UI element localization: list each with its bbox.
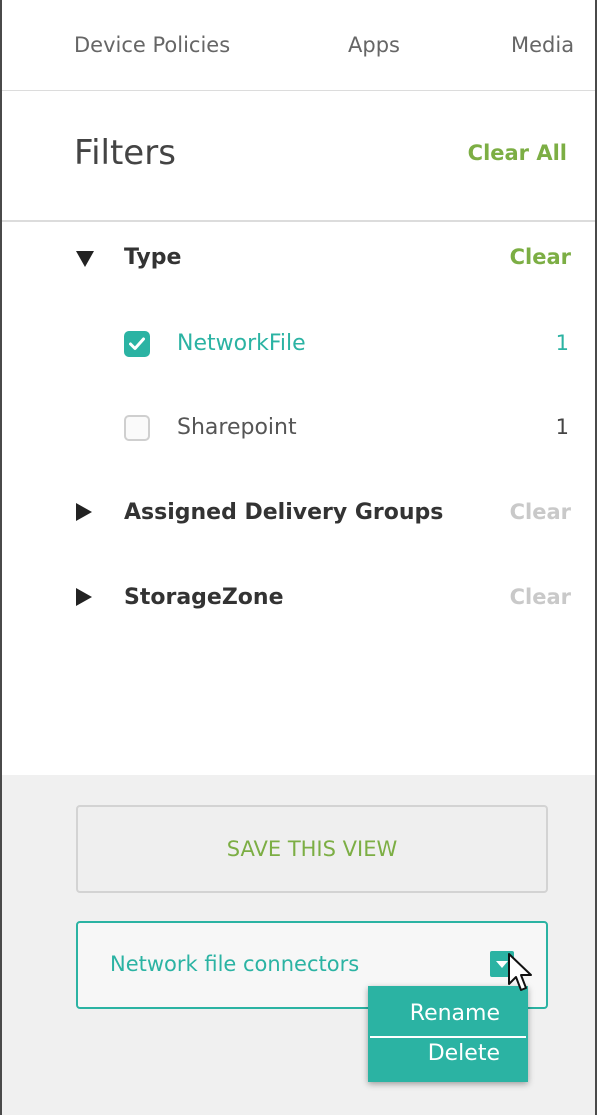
mouse-pointer-icon xyxy=(508,953,532,991)
save-this-view-button[interactable]: SAVE THIS VIEW xyxy=(76,805,548,893)
networkfile-count: 1 xyxy=(555,331,569,355)
sharepoint-label[interactable]: Sharepoint xyxy=(177,415,297,440)
filter-section-storagezone[interactable]: StorageZone Clear xyxy=(76,585,595,615)
filters-title: Filters xyxy=(74,133,176,173)
section-label-type[interactable]: Type xyxy=(124,245,181,270)
filters-header: Filters Clear All xyxy=(2,91,595,222)
triangle-down-icon xyxy=(76,251,94,267)
tab-device-policies[interactable]: Device Policies xyxy=(74,33,230,57)
filter-section-type[interactable]: Type Clear xyxy=(76,245,595,275)
triangle-right-icon xyxy=(76,588,92,606)
sharepoint-count: 1 xyxy=(555,415,569,439)
top-tab-bar: Device Policies Apps Media xyxy=(2,0,595,91)
clear-assigned-delivery-groups-button[interactable]: Clear xyxy=(510,500,571,524)
tab-apps[interactable]: Apps xyxy=(348,33,400,57)
triangle-right-icon xyxy=(76,503,92,521)
saved-view-menu: Rename Delete xyxy=(368,986,528,1082)
section-label-assigned-delivery-groups[interactable]: Assigned Delivery Groups xyxy=(124,500,443,525)
delete-menu-item[interactable]: Delete xyxy=(368,1034,528,1074)
clear-all-button[interactable]: Clear All xyxy=(468,141,567,165)
filter-option-networkfile[interactable]: NetworkFile 1 xyxy=(122,331,595,361)
saved-view-name[interactable]: Network file connectors xyxy=(110,952,359,976)
filter-panel: Device Policies Apps Media Filters Clear… xyxy=(0,0,597,1115)
networkfile-label[interactable]: NetworkFile xyxy=(177,331,306,356)
networkfile-checkbox[interactable] xyxy=(124,331,150,357)
section-label-storagezone[interactable]: StorageZone xyxy=(124,585,284,610)
rename-menu-item[interactable]: Rename xyxy=(368,994,528,1034)
clear-type-button[interactable]: Clear xyxy=(510,245,571,269)
clear-storagezone-button[interactable]: Clear xyxy=(510,585,571,609)
tab-media[interactable]: Media xyxy=(511,33,574,57)
filter-option-sharepoint[interactable]: Sharepoint 1 xyxy=(122,415,595,445)
checkmark-icon xyxy=(129,337,145,350)
filter-section-assigned-delivery-groups[interactable]: Assigned Delivery Groups Clear xyxy=(76,500,595,530)
sharepoint-checkbox[interactable] xyxy=(124,415,150,441)
